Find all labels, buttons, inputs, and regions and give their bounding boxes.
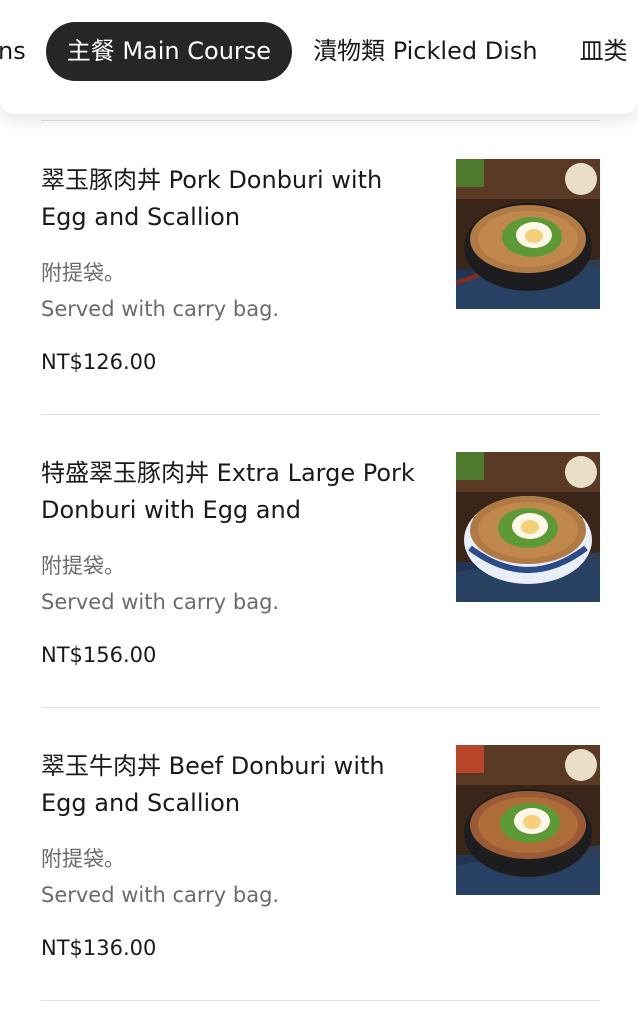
donburi-photo-illustration <box>456 745 600 895</box>
item-divider <box>41 1000 600 1001</box>
item-price: NT$156.00 <box>41 643 157 667</box>
tab-main-course[interactable]: 主餐 Main Course <box>45 22 293 81</box>
item-description-zh: 附提袋。 <box>41 847 125 871</box>
item-photo <box>456 745 600 895</box>
item-divider <box>41 707 600 708</box>
item-photo <box>456 159 600 309</box>
menu-item-beef-donburi[interactable]: 翠玉牛肉丼 Beef Donburi with Egg and Scallion… <box>0 745 638 1024</box>
item-photo <box>456 452 600 602</box>
tab-previous-category[interactable]: ns <box>0 22 46 81</box>
tab-pickled-dish[interactable]: 漬物類 Pickled Dish <box>292 22 559 81</box>
menu-item-pork-donburi[interactable]: 翠玉豚肉丼 Pork Donburi with Egg and Scallion… <box>0 159 638 455</box>
donburi-photo-illustration <box>456 452 600 602</box>
category-tabs: ns 主餐 Main Course 漬物類 Pickled Dish 皿类 <box>0 22 638 81</box>
item-title: 翠玉豚肉丼 Pork Donburi with Egg and Scallion <box>41 166 383 231</box>
item-description-en: Served with carry bag. <box>41 883 280 907</box>
category-tab-bar: ns 主餐 Main Course 漬物類 Pickled Dish 皿类 <box>0 0 638 114</box>
item-divider <box>41 414 600 415</box>
menu-item-extra-large-pork-donburi[interactable]: 特盛翠玉豚肉丼 Extra Large Pork Donburi with Eg… <box>0 452 638 748</box>
item-description-en: Served with carry bag. <box>41 297 280 321</box>
item-description-zh: 附提袋。 <box>41 554 125 578</box>
donburi-photo-illustration <box>456 159 600 309</box>
item-price: NT$126.00 <box>41 350 157 374</box>
item-description-zh: 附提袋。 <box>41 261 125 285</box>
item-description-en: Served with carry bag. <box>41 590 280 614</box>
item-title: 特盛翠玉豚肉丼 Extra Large Pork Donburi with Eg… <box>41 459 415 524</box>
item-title: 翠玉牛肉丼 Beef Donburi with Egg and Scallion <box>41 752 385 817</box>
section-divider <box>41 120 600 121</box>
item-price: NT$136.00 <box>41 936 157 960</box>
tab-next-category[interactable]: 皿类 <box>559 22 638 81</box>
